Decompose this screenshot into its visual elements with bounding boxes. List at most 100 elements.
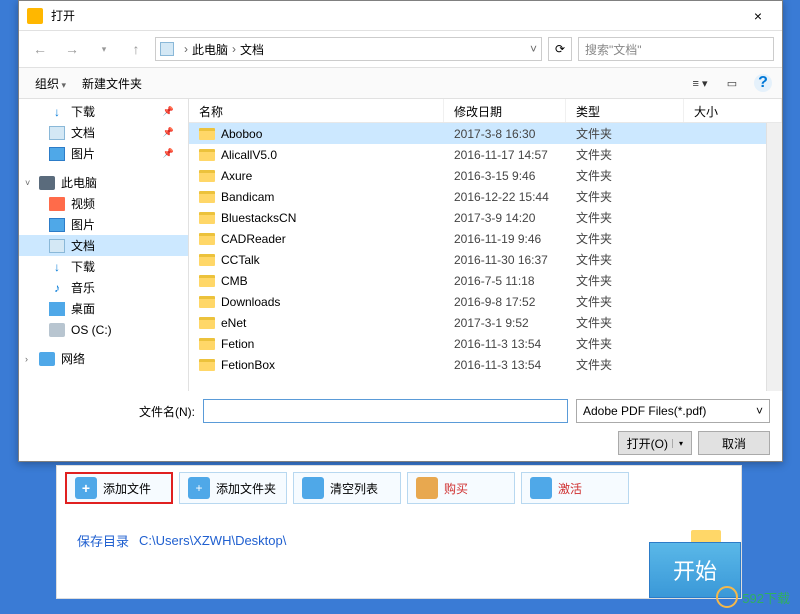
sidebar-item[interactable]: ↓下载📌 (19, 101, 188, 122)
chevron-down-icon[interactable]: ˅ (25, 178, 30, 188)
file-type: 文件夹 (566, 272, 684, 289)
add-folder-button[interactable]: + 添加文件夹 (179, 472, 287, 504)
back-button[interactable]: ← (27, 37, 53, 61)
file-type: 文件夹 (566, 230, 684, 247)
file-name: AlicallV5.0 (221, 148, 277, 162)
view-options-button[interactable]: ≡ ▾ (686, 73, 714, 93)
scrollbar[interactable] (766, 123, 782, 391)
main-area: ↓下载📌文档📌图片📌 ˅ 此电脑 视频图片文档↓下载♪音乐桌面OS (C:) ›… (19, 99, 782, 391)
tree-network[interactable]: › 网络 (19, 348, 188, 369)
save-dir-path[interactable]: C:\Users\XZWH\Desktop\ (139, 533, 681, 548)
sidebar-item[interactable]: 文档 📌 (19, 122, 188, 143)
filename-input[interactable] (203, 399, 568, 423)
breadcrumb-sep: › (232, 42, 236, 56)
file-list[interactable]: 名称 修改日期 类型 大小 Aboboo2017-3-8 16:30文件夹Ali… (189, 99, 782, 391)
filetype-select[interactable]: Adobe PDF Files(*.pdf) ˅ (576, 399, 770, 423)
tree-label: 此电脑 (61, 174, 97, 191)
refresh-button[interactable]: ⟳ (548, 37, 572, 61)
network-icon (39, 352, 55, 366)
sidebar-item[interactable]: ↓下载 (19, 256, 188, 277)
chevron-right-icon[interactable]: › (25, 354, 28, 364)
file-row[interactable]: CCTalk2016-11-30 16:37文件夹 (189, 249, 782, 270)
file-row[interactable]: CADReader 2016-11-19 9:46文件夹 (189, 228, 782, 249)
sidebar-item[interactable]: ♪音乐 (19, 277, 188, 298)
sidebar-item[interactable]: 文档 (19, 235, 188, 256)
file-row[interactable]: BluestacksCN2017-3-9 14:20文件夹 (189, 207, 782, 228)
cancel-button[interactable]: 取消 (698, 431, 770, 455)
file-name: BluestacksCN (221, 211, 296, 225)
navigation-tree[interactable]: ↓下载📌文档📌图片📌 ˅ 此电脑 视频图片文档↓下载♪音乐桌面OS (C:) ›… (19, 99, 189, 391)
file-type: 文件夹 (566, 251, 684, 268)
file-name: Bandicam (221, 190, 274, 204)
breadcrumb-current[interactable]: 文档 (240, 41, 264, 58)
add-file-button[interactable]: + 添加文件 (65, 472, 173, 504)
file-name: FetionBox (221, 358, 275, 372)
up-button[interactable]: ↑ (123, 37, 149, 61)
preview-pane-button[interactable]: ▭ (718, 73, 746, 93)
dialog-title: 打开 (51, 7, 738, 24)
tree-this-pc[interactable]: ˅ 此电脑 (19, 172, 188, 193)
navbar: ← → ▾ ↑ › 此电脑 › 文档 ˅ ⟳ 搜索"文档" (19, 31, 782, 67)
tree-label: 桌面 (71, 300, 95, 317)
clear-list-button[interactable]: 清空列表 (293, 472, 401, 504)
tree-label: 文档 (71, 124, 95, 141)
forward-button[interactable]: → (59, 37, 85, 61)
open-button[interactable]: 打开(O) (618, 431, 692, 455)
column-name[interactable]: 名称 (189, 99, 444, 122)
file-date: 2016-11-30 16:37 (444, 253, 566, 267)
file-row[interactable]: Aboboo2017-3-8 16:30文件夹 (189, 123, 782, 144)
organize-menu[interactable]: 组织 (29, 71, 72, 96)
activate-button[interactable]: 激活 (521, 472, 629, 504)
sidebar-item[interactable]: OS (C:) (19, 319, 188, 340)
recent-dropdown[interactable]: ▾ (91, 37, 117, 61)
close-button[interactable]: × (738, 4, 778, 28)
sidebar-item[interactable]: 视频 (19, 193, 188, 214)
tree-label: 图片 (71, 145, 95, 162)
file-name: CADReader (221, 232, 286, 246)
button-label: 激活 (558, 480, 582, 497)
file-date: 2016-11-19 9:46 (444, 232, 566, 246)
down-icon: ↓ (49, 105, 65, 119)
breadcrumb-pc[interactable]: 此电脑 (192, 41, 228, 58)
file-type: 文件夹 (566, 293, 684, 310)
folder-icon (199, 149, 215, 161)
file-type: 文件夹 (566, 167, 684, 184)
address-bar[interactable]: › 此电脑 › 文档 ˅ (155, 37, 542, 61)
help-button[interactable]: ? (754, 74, 772, 92)
sidebar-item[interactable]: 图片📌 (19, 143, 188, 164)
search-input[interactable]: 搜索"文档" (578, 37, 774, 61)
save-directory-row: 保存目录 C:\Users\XZWH\Desktop\ (57, 530, 741, 550)
column-type[interactable]: 类型 (566, 99, 684, 122)
file-row[interactable]: FetionBox2016-11-3 13:54文件夹 (189, 354, 782, 375)
watermark: 592下载 (716, 586, 790, 608)
app-panel: + 添加文件 + 添加文件夹 清空列表 购买 激活 保存目录 C:\Users\… (56, 465, 742, 599)
pic-icon (49, 218, 65, 232)
folder-icon (199, 128, 215, 140)
file-row[interactable]: CMB2016-7-5 11:18文件夹 (189, 270, 782, 291)
file-row[interactable]: Axure2016-3-15 9:46文件夹 (189, 165, 782, 186)
file-row[interactable]: Bandicam2016-12-22 15:44文件夹 (189, 186, 782, 207)
sidebar-item[interactable]: 桌面 (19, 298, 188, 319)
filename-label: 文件名(N): (139, 403, 195, 420)
chevron-down-icon[interactable]: ˅ (530, 42, 537, 56)
pin-icon: 📌 (163, 106, 174, 117)
file-row[interactable]: eNet2017-3-1 9:52文件夹 (189, 312, 782, 333)
file-row[interactable]: Fetion2016-11-3 13:54文件夹 (189, 333, 782, 354)
folder-icon (199, 254, 215, 266)
column-date[interactable]: 修改日期 (444, 99, 566, 122)
folder-icon (199, 233, 215, 245)
file-list-header: 名称 修改日期 类型 大小 (189, 99, 782, 123)
sidebar-item[interactable]: 图片 (19, 214, 188, 235)
desktop-icon (49, 302, 65, 316)
column-size[interactable]: 大小 (684, 99, 782, 122)
file-row[interactable]: AlicallV5.02016-11-17 14:57文件夹 (189, 144, 782, 165)
down-icon: ↓ (49, 260, 65, 274)
pin-icon: 📌 (163, 127, 174, 138)
activate-icon (530, 477, 552, 499)
doc-icon (49, 239, 65, 253)
buy-button[interactable]: 购买 (407, 472, 515, 504)
new-folder-button[interactable]: 新建文件夹 (76, 71, 148, 96)
file-type: 文件夹 (566, 188, 684, 205)
file-row[interactable]: Downloads2016-9-8 17:52文件夹 (189, 291, 782, 312)
doc-icon (160, 42, 174, 56)
